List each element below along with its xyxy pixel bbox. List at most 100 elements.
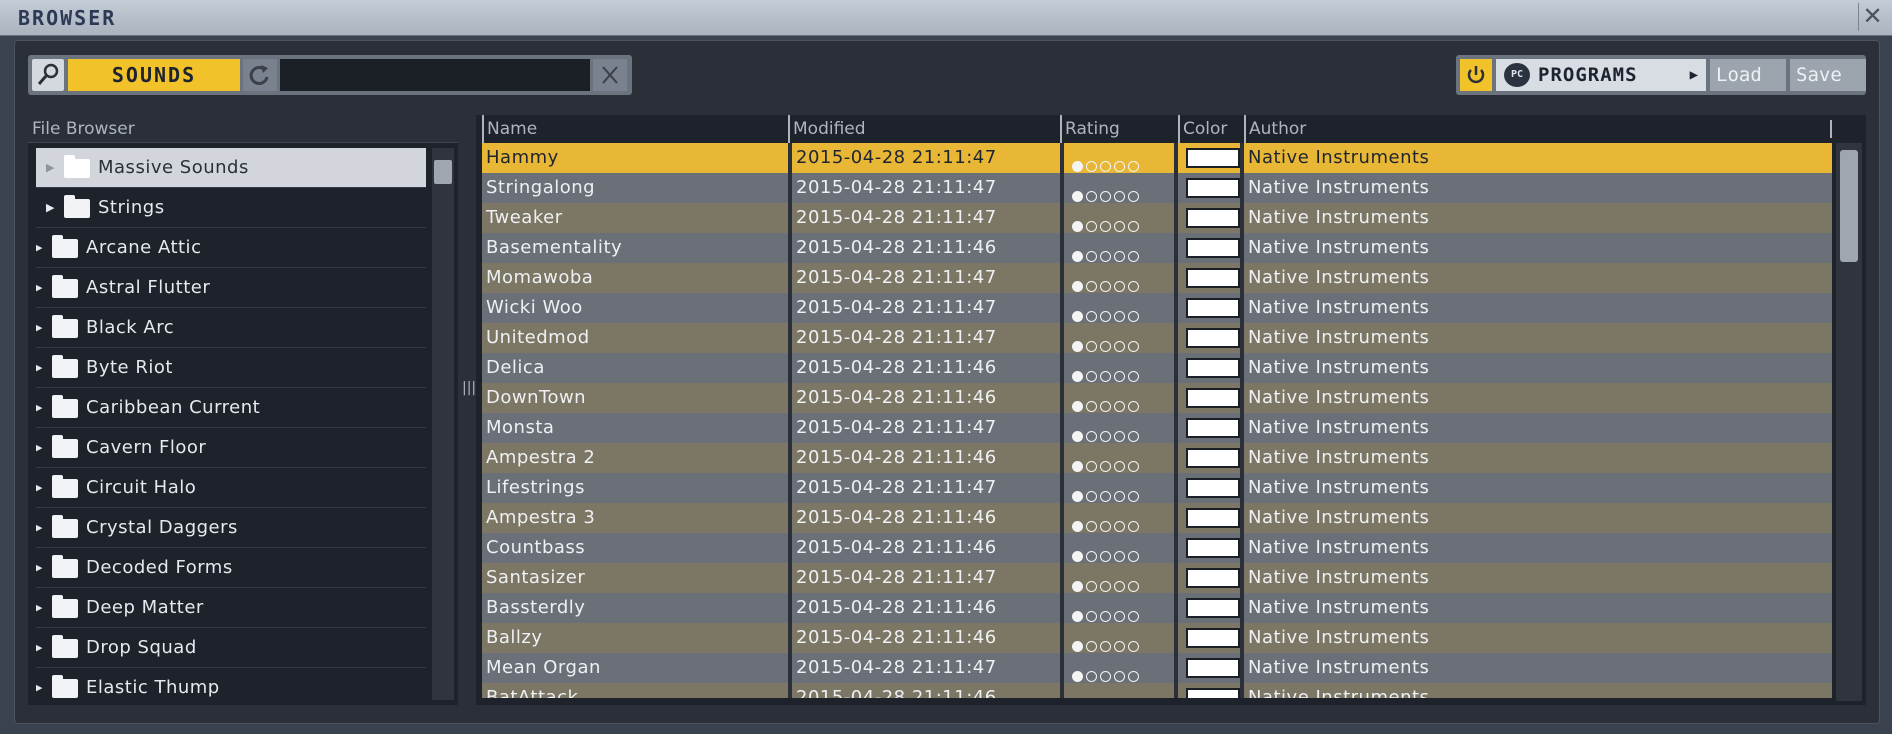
file-browser-item[interactable]: ▶ Byte Riot: [36, 348, 426, 388]
rating-dot-icon[interactable]: [1086, 281, 1097, 292]
file-browser-item[interactable]: ▶ Crystal Daggers: [36, 508, 426, 548]
rating-dot-icon[interactable]: [1072, 281, 1083, 292]
rating-dot-icon[interactable]: [1128, 491, 1139, 502]
rating-dot-icon[interactable]: [1128, 311, 1139, 322]
color-swatch[interactable]: [1186, 508, 1240, 528]
rating-dot-icon[interactable]: [1114, 521, 1125, 532]
color-swatch[interactable]: [1186, 688, 1240, 698]
rating-dot-icon[interactable]: [1100, 461, 1111, 472]
table-row[interactable]: Monsta 2015-04-28 21:11:47 Native Instrume…: [482, 413, 1832, 443]
rating-dot-icon[interactable]: [1114, 581, 1125, 592]
table-row[interactable]: Basementality 2015-04-28 21:11:46 Native I…: [482, 233, 1832, 263]
close-icon[interactable]: ✕: [1858, 3, 1886, 31]
rating-dot-icon[interactable]: [1072, 641, 1083, 652]
rating-dot-icon[interactable]: [1072, 521, 1083, 532]
rating-dot-icon[interactable]: [1072, 311, 1083, 322]
rating-dot-icon[interactable]: [1128, 341, 1139, 352]
panel-splitter-handle[interactable]: |||: [462, 380, 476, 400]
table-row[interactable]: Bassterdly 2015-04-28 21:11:46 Native Inst…: [482, 593, 1832, 623]
rating-dot-icon[interactable]: [1128, 371, 1139, 382]
color-swatch[interactable]: [1186, 628, 1240, 648]
expand-arrow-icon[interactable]: ▶: [36, 548, 42, 588]
table-row[interactable]: Lifestrings 2015-04-28 21:11:47 Native Ins…: [482, 473, 1832, 503]
rating-dot-icon[interactable]: [1100, 581, 1111, 592]
rating-dot-icon[interactable]: [1072, 371, 1083, 382]
rating-dot-icon[interactable]: [1114, 641, 1125, 652]
expand-arrow-icon[interactable]: ▶: [36, 468, 42, 508]
rating-dot-icon[interactable]: [1100, 491, 1111, 502]
rating-dot-icon[interactable]: [1128, 191, 1139, 202]
file-browser-item[interactable]: ▶ Deep Matter: [36, 588, 426, 628]
rating-dot-icon[interactable]: [1072, 341, 1083, 352]
color-swatch[interactable]: [1186, 538, 1240, 558]
rating-dot-icon[interactable]: [1072, 461, 1083, 472]
color-swatch[interactable]: [1186, 598, 1240, 618]
table-row[interactable]: Santasizer 2015-04-28 21:11:47 Native Inst…: [482, 563, 1832, 593]
expand-arrow-icon[interactable]: ▶: [36, 508, 42, 548]
rating-dot-icon[interactable]: [1114, 401, 1125, 412]
rating-dot-icon[interactable]: [1100, 551, 1111, 562]
rating-dot-icon[interactable]: [1100, 221, 1111, 232]
rating-dot-icon[interactable]: [1114, 341, 1125, 352]
rating-dot-icon[interactable]: [1072, 161, 1083, 172]
rating-dot-icon[interactable]: [1086, 521, 1097, 532]
rating-dot-icon[interactable]: [1128, 251, 1139, 262]
rating-dot-icon[interactable]: [1086, 191, 1097, 202]
rating-dot-icon[interactable]: [1128, 161, 1139, 172]
rating-dot-icon[interactable]: [1100, 251, 1111, 262]
color-swatch[interactable]: [1186, 328, 1240, 348]
rating-dot-icon[interactable]: [1114, 671, 1125, 682]
rating-dot-icon[interactable]: [1072, 401, 1083, 412]
color-swatch[interactable]: [1186, 178, 1240, 198]
load-button[interactable]: Load: [1710, 59, 1786, 91]
power-icon[interactable]: [1460, 59, 1492, 91]
rating-dot-icon[interactable]: [1114, 281, 1125, 292]
rating-dot-icon[interactable]: [1128, 401, 1139, 412]
save-button[interactable]: Save: [1790, 59, 1866, 91]
expand-arrow-icon[interactable]: ▶: [36, 388, 42, 428]
table-row[interactable]: Ampestra 3 2015-04-28 21:11:46 Native Inst…: [482, 503, 1832, 533]
rating-dot-icon[interactable]: [1114, 221, 1125, 232]
rating-dot-icon[interactable]: [1114, 431, 1125, 442]
expand-arrow-icon[interactable]: ▶: [36, 268, 42, 308]
file-browser-item[interactable]: ▶ Strings: [36, 188, 426, 228]
column-header-rating[interactable]: Rating: [1060, 115, 1178, 143]
column-header-modified[interactable]: Modified: [788, 115, 1060, 143]
rating-dot-icon[interactable]: [1100, 281, 1111, 292]
rating-dot-icon[interactable]: [1100, 311, 1111, 322]
rating-dot-icon[interactable]: [1114, 311, 1125, 322]
sounds-tab-button[interactable]: SOUNDS: [68, 59, 240, 91]
rating-dot-icon[interactable]: [1100, 161, 1111, 172]
rating-dot-icon[interactable]: [1086, 371, 1097, 382]
color-swatch[interactable]: [1186, 388, 1240, 408]
column-header-author[interactable]: Author: [1244, 115, 1828, 143]
rating-dot-icon[interactable]: [1128, 461, 1139, 472]
rating-dot-icon[interactable]: [1072, 221, 1083, 232]
rating-dot-icon[interactable]: [1086, 431, 1097, 442]
file-browser-item[interactable]: ▶ Cavern Floor: [36, 428, 426, 468]
table-row[interactable]: Delica 2015-04-28 21:11:46 Native Instrume…: [482, 353, 1832, 383]
rating-dot-icon[interactable]: [1100, 671, 1111, 682]
rating-dot-icon[interactable]: [1128, 551, 1139, 562]
rating-dot-icon[interactable]: [1072, 671, 1083, 682]
rating-dot-icon[interactable]: [1128, 671, 1139, 682]
search-input[interactable]: [280, 59, 590, 91]
rating-dot-icon[interactable]: [1100, 191, 1111, 202]
table-row[interactable]: Stringalong 2015-04-28 21:11:47 Native Ins…: [482, 173, 1832, 203]
column-header-color[interactable]: Color: [1178, 115, 1244, 143]
color-swatch[interactable]: [1186, 268, 1240, 288]
table-row[interactable]: Ballzy 2015-04-28 21:11:46 Native Instrume…: [482, 623, 1832, 653]
expand-arrow-icon[interactable]: ▶: [46, 188, 54, 228]
table-row[interactable]: Ampestra 2 2015-04-28 21:11:46 Native Inst…: [482, 443, 1832, 473]
color-swatch[interactable]: [1186, 208, 1240, 228]
rating-dot-icon[interactable]: [1114, 251, 1125, 262]
color-swatch[interactable]: [1186, 358, 1240, 378]
rating-dot-icon[interactable]: [1128, 581, 1139, 592]
color-swatch[interactable]: [1186, 298, 1240, 318]
expand-arrow-icon[interactable]: ▶: [36, 348, 42, 388]
file-browser-item[interactable]: ▶ Circuit Halo: [36, 468, 426, 508]
rating-dot-icon[interactable]: [1086, 581, 1097, 592]
table-row[interactable]: Momawoba 2015-04-28 21:11:47 Native Instru…: [482, 263, 1832, 293]
rating-dot-icon[interactable]: [1086, 341, 1097, 352]
rating-dot-icon[interactable]: [1128, 521, 1139, 532]
